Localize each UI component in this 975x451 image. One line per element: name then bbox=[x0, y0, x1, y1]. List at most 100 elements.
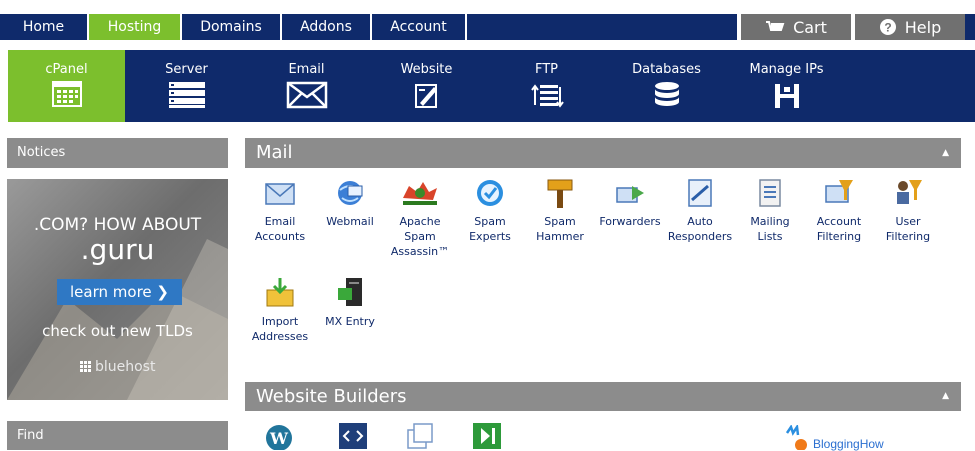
wordpress-icon[interactable]: W bbox=[264, 423, 294, 450]
cpanel-grid-icon bbox=[51, 81, 82, 107]
help-button[interactable]: ? Help bbox=[851, 14, 965, 40]
svg-text:W: W bbox=[269, 429, 289, 448]
promo-line1: .COM? HOW ABOUT bbox=[33, 215, 202, 235]
mail-item-mx-entry[interactable]: MX Entry bbox=[317, 276, 383, 329]
user-filtering-icon bbox=[897, 180, 922, 204]
mail-item-webmail[interactable]: Webmail bbox=[317, 176, 383, 229]
import-addresses-icon bbox=[266, 278, 294, 307]
website-builders-title: Website Builders bbox=[256, 386, 407, 407]
website-edit-icon bbox=[414, 84, 437, 108]
sub-nav-ftp[interactable]: FTP bbox=[488, 50, 605, 122]
mail-item-label: Account Filtering bbox=[816, 215, 862, 243]
mail-item-auto-responders[interactable]: Auto Responders bbox=[667, 176, 733, 244]
mail-item-label: Webmail bbox=[326, 215, 374, 228]
sub-nav-label: cPanel bbox=[45, 62, 88, 77]
mail-item-label: Email Accounts bbox=[254, 215, 306, 243]
sub-nav-label: Email bbox=[288, 62, 325, 77]
mx-entry-icon bbox=[338, 278, 362, 306]
mail-section-header[interactable]: Mail ▲ bbox=[245, 138, 961, 168]
mailing-lists-icon bbox=[759, 179, 781, 207]
sub-nav-website[interactable]: Website bbox=[368, 50, 485, 122]
sub-nav-bar: cPanel Server Email Website FTP Database… bbox=[0, 50, 975, 122]
notices-title: Notices bbox=[17, 145, 66, 160]
sub-nav-label: FTP bbox=[534, 62, 559, 77]
spam-hammer-icon bbox=[547, 179, 573, 208]
sub-nav-cpanel[interactable]: cPanel bbox=[8, 50, 125, 122]
database-icon bbox=[654, 82, 679, 106]
spam-assassin-icon bbox=[403, 182, 437, 205]
sitebuilder-icon[interactable] bbox=[404, 422, 436, 450]
mail-item-label: Auto Responders bbox=[667, 215, 733, 243]
bluehost-logo: bluehost bbox=[7, 359, 228, 375]
mail-item-spam-experts[interactable]: Spam Experts bbox=[457, 176, 523, 244]
mail-item-import-addresses[interactable]: Import Addresses bbox=[247, 276, 313, 344]
weebly-icon[interactable] bbox=[472, 422, 502, 450]
mail-item-label: Mailing Lists bbox=[750, 215, 790, 243]
tab-home[interactable]: Home bbox=[0, 14, 89, 40]
collapse-icon[interactable]: ▲ bbox=[942, 382, 949, 411]
mail-item-label: User Filtering bbox=[885, 215, 931, 243]
mail-item-email-accounts[interactable]: Email Accounts bbox=[247, 176, 313, 244]
auto-responders-icon bbox=[688, 179, 712, 207]
server-rack-icon bbox=[168, 82, 205, 108]
mail-item-label: Import Addresses bbox=[251, 315, 309, 343]
tab-account[interactable]: Account bbox=[372, 14, 467, 40]
cart-label: Cart bbox=[793, 17, 827, 37]
mail-item-spam-assassin[interactable]: Apache Spam Assassin™ bbox=[387, 176, 453, 259]
svg-text:?: ? bbox=[884, 21, 891, 35]
promo-line3: check out new TLDs bbox=[42, 322, 193, 340]
sub-nav-label: Databases bbox=[632, 62, 701, 77]
account-filtering-icon bbox=[825, 180, 853, 203]
sub-nav-edge bbox=[0, 50, 8, 122]
code-builder-icon[interactable] bbox=[338, 422, 368, 450]
mail-item-forwarders[interactable]: Forwarders bbox=[597, 176, 663, 229]
mail-item-mailing-lists[interactable]: Mailing Lists bbox=[737, 176, 803, 244]
cart-button[interactable]: Cart bbox=[737, 14, 851, 40]
cart-icon bbox=[766, 21, 785, 31]
mail-item-label: Spam Hammer bbox=[536, 215, 584, 243]
mail-section-title: Mail bbox=[256, 142, 293, 163]
top-nav-bar: Home Hosting Domains Addons Account Cart… bbox=[0, 14, 975, 40]
help-icon: ? bbox=[879, 19, 896, 35]
webmail-icon bbox=[338, 181, 363, 205]
top-nav-tabs: Home Hosting Domains Addons Account bbox=[0, 14, 467, 40]
ftp-transfer-icon bbox=[530, 84, 564, 108]
sub-nav-manage-ips[interactable]: Manage IPs bbox=[728, 50, 845, 122]
top-right-actions: Cart ? Help bbox=[737, 14, 975, 40]
mail-item-spam-hammer[interactable]: Spam Hammer bbox=[527, 176, 593, 244]
partner-logo-label: BloggingHow bbox=[813, 437, 884, 451]
promo-banner[interactable]: .COM? HOW ABOUT .guru learn more ❯ check… bbox=[7, 179, 228, 400]
mail-item-label: Apache Spam Assassin™ bbox=[390, 215, 450, 258]
website-builders-header[interactable]: Website Builders ▲ bbox=[245, 382, 961, 411]
email-accounts-icon bbox=[265, 183, 295, 205]
tab-addons[interactable]: Addons bbox=[282, 14, 372, 40]
bluehost-label: bluehost bbox=[94, 359, 156, 375]
promo-line2: .guru bbox=[80, 233, 155, 266]
spam-experts-icon bbox=[477, 180, 503, 206]
partner-logo-icon bbox=[785, 425, 807, 450]
collapse-icon[interactable]: ▲ bbox=[942, 138, 949, 168]
sub-nav-label: Manage IPs bbox=[749, 62, 824, 77]
sub-nav-databases[interactable]: Databases bbox=[608, 50, 725, 122]
learn-more-button[interactable]: learn more ❯ bbox=[57, 279, 182, 305]
envelope-icon bbox=[286, 81, 327, 109]
mail-item-label: Forwarders bbox=[599, 215, 661, 228]
sub-nav-label: Server bbox=[165, 62, 208, 77]
bluehost-grid-icon bbox=[79, 361, 91, 372]
notices-header: Notices bbox=[7, 138, 228, 168]
find-title: Find bbox=[17, 428, 44, 443]
mail-item-account-filtering[interactable]: Account Filtering bbox=[806, 176, 872, 244]
manage-ips-icon bbox=[774, 84, 799, 108]
help-label: Help bbox=[904, 17, 942, 37]
sub-nav-email[interactable]: Email bbox=[248, 50, 365, 122]
find-header: Find bbox=[7, 421, 228, 450]
sub-nav-label: Website bbox=[400, 62, 453, 77]
tab-hosting[interactable]: Hosting bbox=[89, 14, 182, 40]
mail-item-label: MX Entry bbox=[325, 315, 375, 328]
tab-domains[interactable]: Domains bbox=[182, 14, 282, 40]
mail-item-user-filtering[interactable]: User Filtering bbox=[875, 176, 941, 244]
sub-nav-server[interactable]: Server bbox=[128, 50, 245, 122]
forwarders-icon bbox=[616, 186, 644, 203]
partner-logo[interactable]: BloggingHow bbox=[783, 425, 928, 451]
topbar-edge bbox=[965, 14, 975, 40]
